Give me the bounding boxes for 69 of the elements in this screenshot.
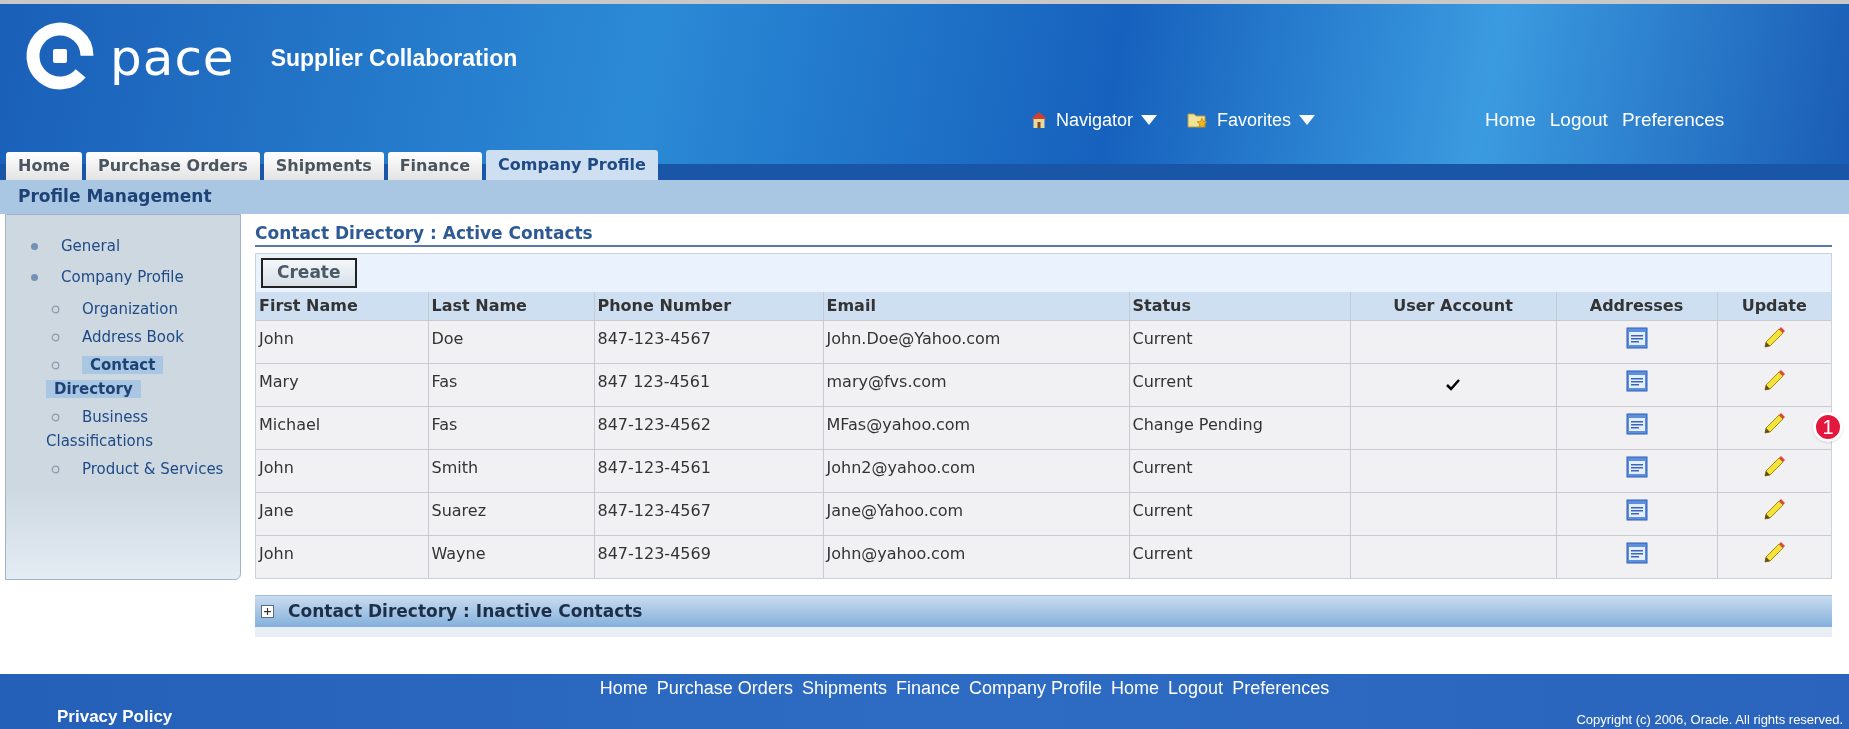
section-title: Contact Directory : Active Contacts xyxy=(255,222,1832,247)
tab[interactable]: Shipments xyxy=(263,152,384,180)
caret-icon xyxy=(1141,115,1158,126)
header-link[interactable]: Logout xyxy=(1549,106,1608,135)
address-book-icon[interactable] xyxy=(1625,413,1648,435)
pencil-icon[interactable] xyxy=(1762,412,1787,436)
check-icon xyxy=(1446,379,1460,391)
table-cell: 847-123-4569 xyxy=(594,535,823,578)
pencil-icon[interactable] xyxy=(1762,498,1787,522)
address-book-icon[interactable] xyxy=(1625,499,1648,521)
address-book-icon[interactable] xyxy=(1625,370,1648,392)
house-icon xyxy=(1030,111,1048,130)
app-title: Supplier Collaboration xyxy=(270,43,518,73)
sidebar-link[interactable]: Business Classifications xyxy=(46,405,234,453)
bullet-icon xyxy=(51,333,60,342)
table-cell: Michael xyxy=(256,406,428,449)
column-header: First Name xyxy=(256,292,428,320)
footer-link[interactable]: Preferences xyxy=(1232,678,1330,698)
header-link[interactable]: Preferences xyxy=(1621,106,1725,135)
footer-link[interactable]: Shipments xyxy=(801,678,887,698)
caret-icon xyxy=(1299,115,1316,126)
sidebar-link[interactable]: Company Profile xyxy=(61,268,184,286)
sidebar-link[interactable]: Address Book xyxy=(46,325,234,349)
callout-badge: 1 xyxy=(1813,411,1843,442)
folder-star-icon xyxy=(1187,111,1210,130)
table-cell: Current xyxy=(1129,535,1350,578)
copyright-text: Copyright (c) 2006, Oracle. All rights reserved. xyxy=(1576,711,1843,729)
menu-button[interactable]: Navigator xyxy=(1030,106,1158,134)
sidebar-link[interactable]: Product & Services xyxy=(46,457,234,481)
tab[interactable]: Home xyxy=(6,152,82,180)
logo-text: pace xyxy=(110,33,235,83)
bullet-icon xyxy=(51,465,60,474)
bullet-icon xyxy=(51,361,60,370)
table-cell: Mary xyxy=(256,363,428,406)
table-cell: Jane xyxy=(256,492,428,535)
sidebar-link[interactable]: General xyxy=(61,237,121,255)
privacy-link[interactable]: Privacy Policy xyxy=(57,704,173,729)
footer-link[interactable]: Home xyxy=(1111,678,1160,698)
bullet-icon xyxy=(51,305,60,314)
table-cell: John xyxy=(256,449,428,492)
header-link[interactable]: Home xyxy=(1485,106,1536,135)
footer-link[interactable]: Purchase Orders xyxy=(656,678,793,698)
table-cell: John xyxy=(256,535,428,578)
footer-link[interactable]: Finance xyxy=(895,678,960,698)
pencil-icon[interactable] xyxy=(1762,541,1787,566)
address-book-icon[interactable] xyxy=(1625,456,1648,478)
bullet-icon xyxy=(30,273,39,282)
tab[interactable]: Purchase Orders xyxy=(85,152,260,180)
address-book-icon[interactable] xyxy=(1625,327,1648,349)
section-title: Contact Directory : Inactive Contacts xyxy=(288,599,643,623)
tab[interactable]: Company Profile xyxy=(486,150,658,180)
footer-link[interactable]: Company Profile xyxy=(969,678,1103,698)
bullet-icon xyxy=(51,413,60,422)
sidebar-link[interactable]: Organization xyxy=(46,297,234,321)
bullet-icon xyxy=(30,242,39,251)
pencil-icon[interactable] xyxy=(1762,455,1787,479)
create-button[interactable]: Create xyxy=(261,258,357,288)
footer-link[interactable]: Logout xyxy=(1168,678,1224,698)
table-cell: Wayne xyxy=(428,535,594,578)
address-book-icon[interactable] xyxy=(1625,542,1648,565)
pencil-icon[interactable] xyxy=(1762,369,1787,393)
footer-link[interactable]: Home xyxy=(599,678,648,698)
pencil-icon[interactable] xyxy=(1762,326,1787,350)
menu-button[interactable]: Favorites xyxy=(1187,106,1316,134)
table-cell: John@yahoo.com xyxy=(823,535,1129,578)
table-cell: John xyxy=(256,320,428,363)
expand-icon[interactable] xyxy=(261,605,274,618)
subtab-title: Profile Management xyxy=(18,185,212,209)
tab[interactable]: Finance xyxy=(387,152,482,180)
